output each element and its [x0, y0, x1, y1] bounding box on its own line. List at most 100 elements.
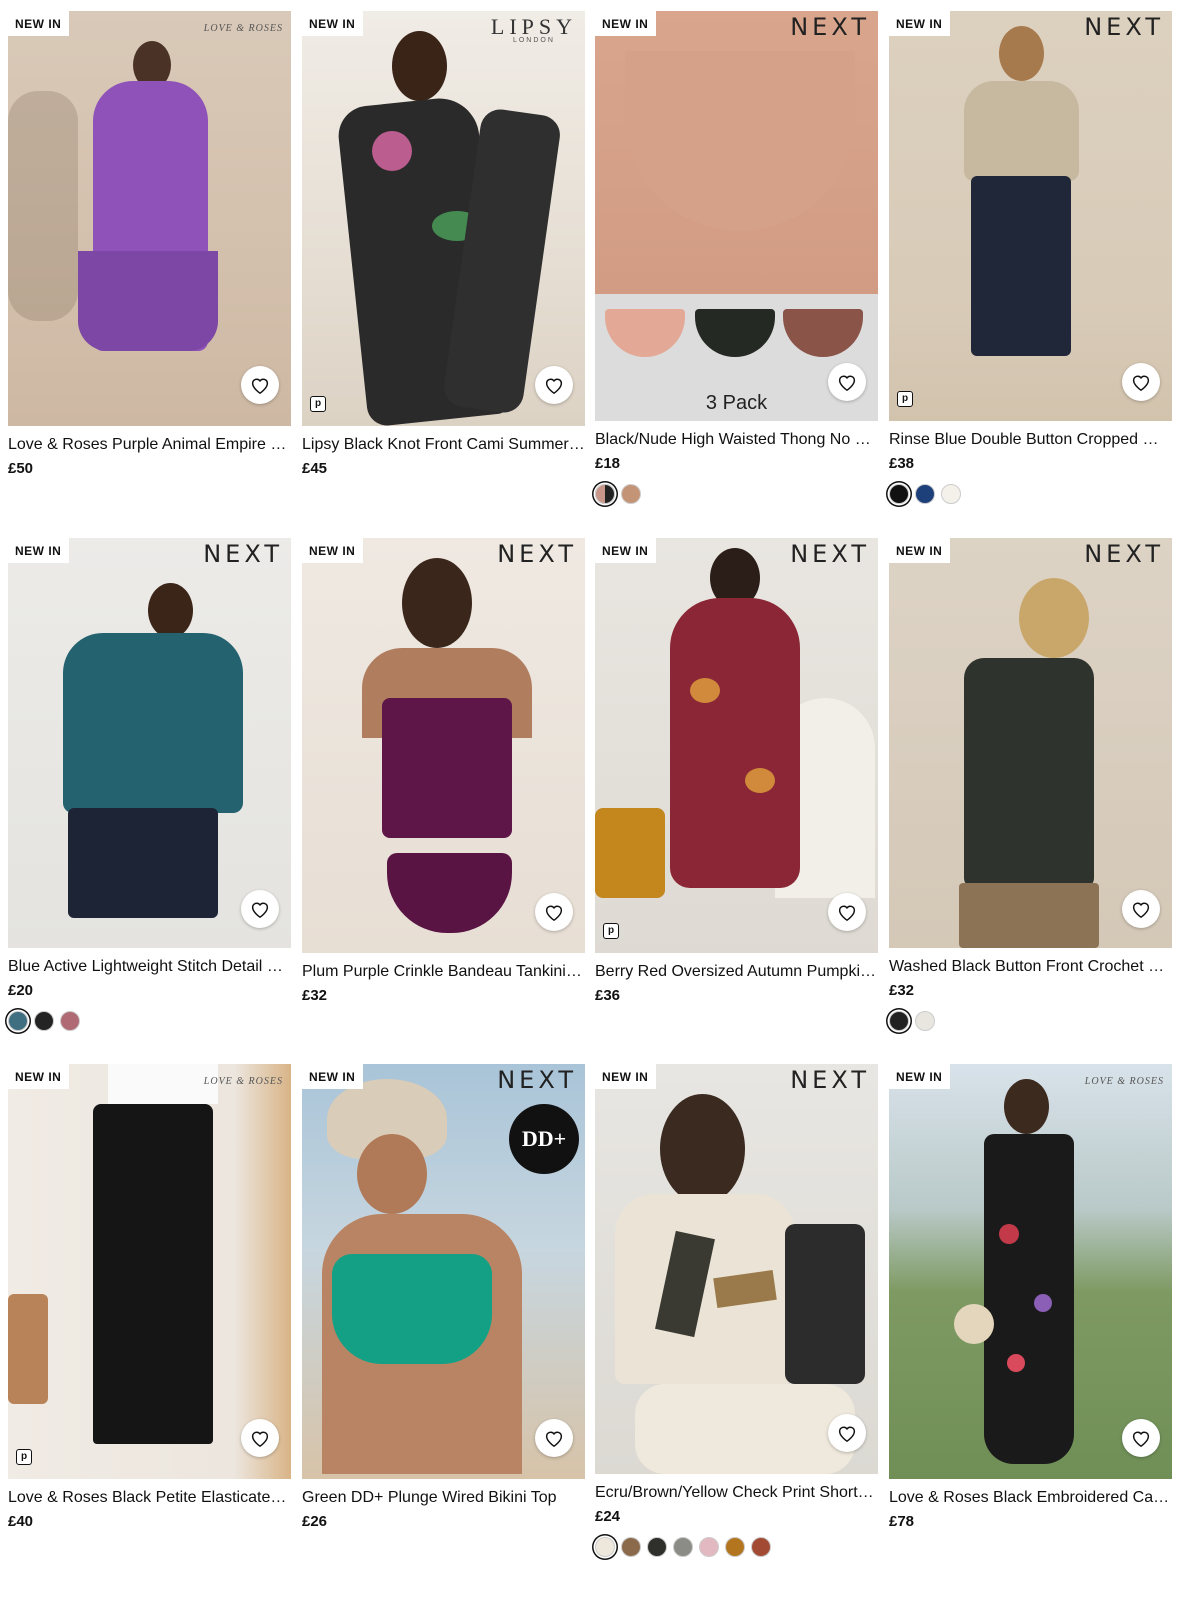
colour-swatch[interactable]	[621, 484, 641, 504]
product-price: £45	[302, 460, 328, 477]
wishlist-button[interactable]	[1122, 890, 1160, 928]
product-price: £36	[595, 987, 621, 1004]
product-image[interactable]: NEW IN NEXT p	[595, 538, 878, 953]
colour-swatch[interactable]	[889, 1011, 909, 1031]
colour-swatch[interactable]	[941, 484, 961, 504]
colour-swatch[interactable]	[60, 1011, 80, 1031]
wishlist-button[interactable]	[1122, 1419, 1160, 1457]
new-in-badge: NEW IN	[8, 1064, 70, 1089]
product-card[interactable]: NEW IN NEXT Washed Black Button Front Cr…	[889, 538, 1172, 1031]
new-in-badge: NEW IN	[302, 11, 364, 36]
product-card[interactable]: NEW IN LOVE & ROSES Love & Roses Purple …	[8, 11, 291, 477]
product-card[interactable]: NEW IN LOVE & ROSES p Love & Roses Black…	[8, 1064, 291, 1530]
product-price: £18	[595, 455, 621, 472]
brand-logo: NEXT	[497, 1066, 577, 1094]
product-title[interactable]: Black/Nude High Waisted Thong No VPL Kni…	[595, 431, 878, 449]
wishlist-button[interactable]	[828, 893, 866, 931]
product-title[interactable]: Love & Roses Black Embroidered Cami Midi…	[889, 1489, 1172, 1507]
product-title[interactable]: Washed Black Button Front Crochet Waistc…	[889, 958, 1172, 976]
colour-swatches	[889, 484, 1172, 504]
wishlist-button[interactable]	[1122, 363, 1160, 401]
product-image[interactable]: NEW IN LOVE & ROSES p	[8, 1064, 291, 1479]
product-price: £26	[302, 1513, 328, 1530]
product-title[interactable]: Lipsy Black Knot Front Cami Summer Jumps…	[302, 436, 585, 454]
brand-logo: LOVE & ROSES	[203, 23, 283, 34]
colour-swatches	[595, 484, 878, 504]
product-card[interactable]: NEW IN NEXT DD+ Green DD+ Plunge Wired B…	[302, 1064, 585, 1530]
colour-swatches	[889, 1011, 1172, 1031]
new-in-badge: NEW IN	[889, 1064, 951, 1089]
wishlist-button[interactable]	[828, 363, 866, 401]
wishlist-button[interactable]	[535, 366, 573, 404]
colour-swatch[interactable]	[725, 1537, 745, 1557]
product-title[interactable]: Plum Purple Crinkle Bandeau Tankini Top	[302, 963, 585, 981]
product-title[interactable]: Rinse Blue Double Button Cropped Wide Le…	[889, 431, 1172, 449]
wishlist-button[interactable]	[241, 366, 279, 404]
colour-swatch[interactable]	[621, 1537, 641, 1557]
brand-name: LIPSY	[490, 14, 577, 39]
product-card[interactable]: NEW IN NEXT p Berry Red Oversized Autumn…	[595, 538, 878, 1004]
heart-icon	[545, 905, 563, 921]
wishlist-button[interactable]	[241, 890, 279, 928]
colour-swatch[interactable]	[595, 1537, 615, 1557]
colour-swatches	[595, 1537, 878, 1557]
product-image[interactable]: NEW IN LIPSY LONDON p	[302, 11, 585, 426]
product-card[interactable]: NEW IN LOVE & ROSES Love & Roses Black E…	[889, 1064, 1172, 1530]
colour-swatch[interactable]	[751, 1537, 771, 1557]
brand-logo: NEXT	[497, 540, 577, 568]
colour-swatch[interactable]	[595, 484, 615, 504]
brand-logo: LOVE & ROSES	[203, 1076, 283, 1087]
new-in-badge: NEW IN	[595, 538, 657, 563]
new-in-badge: NEW IN	[8, 538, 70, 563]
payment-badge-icon: p	[897, 391, 913, 407]
wishlist-button[interactable]	[241, 1419, 279, 1457]
new-in-badge: NEW IN	[595, 11, 657, 36]
brand-logo: LOVE & ROSES	[1084, 1076, 1164, 1087]
product-price: £50	[8, 460, 34, 477]
wishlist-button[interactable]	[535, 1419, 573, 1457]
product-title[interactable]: Blue Active Lightweight Stitch Detail Lo…	[8, 958, 291, 976]
product-card[interactable]: NEW IN NEXT Blue Active Lightweight Stit…	[8, 538, 291, 1031]
colour-swatch[interactable]	[889, 484, 909, 504]
brand-logo: NEXT	[1084, 13, 1164, 41]
heart-icon	[545, 378, 563, 394]
colour-swatch[interactable]	[8, 1011, 28, 1031]
wishlist-button[interactable]	[535, 893, 573, 931]
product-card[interactable]: NEW IN NEXT Ecru/Brown/Yellow Check Prin…	[595, 1064, 878, 1557]
product-image[interactable]: NEW IN NEXT p	[889, 11, 1172, 421]
colour-swatch[interactable]	[34, 1011, 54, 1031]
colour-swatch[interactable]	[915, 484, 935, 504]
heart-icon	[251, 1431, 269, 1447]
new-in-badge: NEW IN	[889, 538, 951, 563]
product-price: £32	[889, 982, 915, 999]
product-card[interactable]: NEW IN NEXT 3 Pack Black/Nude High Waist…	[595, 11, 878, 504]
colour-swatch[interactable]	[673, 1537, 693, 1557]
product-image[interactable]: NEW IN LOVE & ROSES	[889, 1064, 1172, 1479]
colour-swatch[interactable]	[699, 1537, 719, 1557]
product-title[interactable]: Green DD+ Plunge Wired Bikini Top	[302, 1489, 585, 1507]
new-in-badge: NEW IN	[595, 1064, 657, 1089]
wishlist-button[interactable]	[828, 1414, 866, 1452]
product-image[interactable]: NEW IN NEXT	[302, 538, 585, 953]
product-card[interactable]: NEW IN LIPSY LONDON p Lipsy Black Knot Fr…	[302, 11, 585, 477]
product-title[interactable]: Berry Red Oversized Autumn Pumpkin Hoode…	[595, 963, 878, 981]
product-image[interactable]: NEW IN NEXT	[8, 538, 291, 948]
product-image[interactable]: NEW IN NEXT	[889, 538, 1172, 948]
product-image[interactable]: NEW IN NEXT DD+	[302, 1064, 585, 1479]
product-card[interactable]: NEW IN NEXT p Rinse Blue Double Button C…	[889, 11, 1172, 504]
payment-badge-icon: p	[603, 923, 619, 939]
product-image[interactable]: NEW IN LOVE & ROSES	[8, 11, 291, 426]
dd-plus-badge: DD+	[509, 1104, 579, 1174]
brand-logo: LIPSY LONDON	[490, 14, 577, 45]
product-title[interactable]: Ecru/Brown/Yellow Check Print Short Slee…	[595, 1484, 878, 1502]
product-title[interactable]: Love & Roses Black Petite Elasticated Wi…	[8, 1489, 291, 1507]
colour-swatch[interactable]	[915, 1011, 935, 1031]
heart-icon	[838, 1426, 856, 1442]
product-image[interactable]: NEW IN NEXT	[595, 1064, 878, 1474]
colour-swatch[interactable]	[647, 1537, 667, 1557]
heart-icon	[838, 375, 856, 391]
product-title[interactable]: Love & Roses Purple Animal Empire Waist …	[8, 436, 291, 454]
brand-logo: NEXT	[203, 540, 283, 568]
product-card[interactable]: NEW IN NEXT Plum Purple Crinkle Bandeau …	[302, 538, 585, 1004]
product-image[interactable]: NEW IN NEXT 3 Pack	[595, 11, 878, 421]
